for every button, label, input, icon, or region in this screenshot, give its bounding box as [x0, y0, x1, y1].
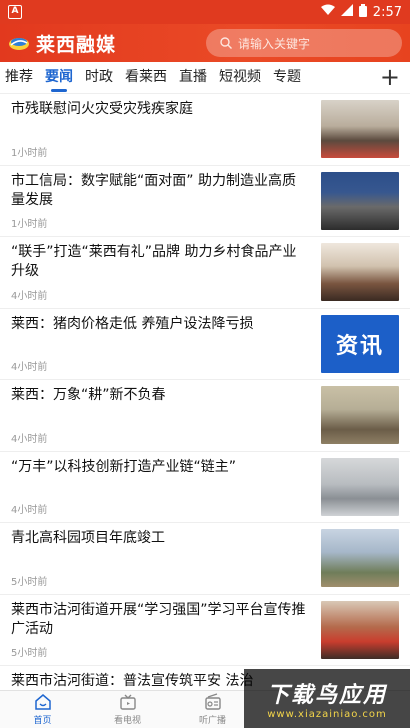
news-title: “万丰”以科技创新打造产业链“链主”	[11, 458, 237, 475]
signal-icon	[340, 4, 353, 20]
radio-icon	[204, 693, 221, 710]
news-item[interactable]: 莱西：万象“耕”新不负春 4小时前	[0, 380, 410, 452]
news-thumbnail: 资讯	[321, 314, 399, 373]
nav-tv-label: 看电视	[113, 716, 141, 726]
category-tabs: 推荐 要闻 时政 看莱西 直播 短视频 专题 +	[0, 62, 410, 94]
clock: 2:57	[372, 4, 402, 20]
news-item[interactable]: 莱西市沽河街道开展“学习强国”学习平台宣传推广活动 5小时前	[0, 595, 410, 666]
watermark-url: www.xiazainiao.com	[267, 709, 387, 720]
news-time: 4小时前	[11, 505, 48, 516]
status-bar: A 2:57	[0, 0, 410, 24]
news-title: 青北高科园项目年底竣工	[11, 530, 165, 546]
nav-radio[interactable]: 听广播	[170, 691, 255, 728]
search-box[interactable]: 请输入关键字	[206, 29, 402, 57]
app-header: 莱西融媒 请输入关键字	[0, 24, 410, 62]
news-item[interactable]: “万丰”以科技创新打造产业链“链主” 4小时前	[0, 452, 410, 523]
news-item[interactable]: 莱西：猪肉价格走低 养殖户设法降亏损 4小时前 资讯	[0, 309, 410, 380]
news-title: 市工信局：数字赋能“面对面” 助力制造业高质量发展	[11, 172, 296, 208]
tab-laixi[interactable]: 看莱西	[125, 62, 167, 94]
news-time: 4小时前	[11, 433, 48, 445]
news-time: 1小时前	[11, 219, 48, 230]
news-title: 市残联慰问火灾受灾残疾家庭	[11, 101, 193, 117]
news-list: 市残联慰问火灾受灾残疾家庭 1小时前 市工信局：数字赋能“面对面” 助力制造业高…	[0, 94, 410, 690]
wifi-icon	[320, 4, 335, 20]
watermark-title: 下载鸟应用	[266, 683, 387, 708]
news-title: 莱西：猪肉价格走低 养殖户设法降亏损	[11, 315, 254, 332]
news-time: 4小时前	[11, 362, 48, 373]
tab-topics[interactable]: 专题	[273, 62, 301, 94]
news-title: 莱西市沽河街道开展“学习强国”学习平台宣传推广活动	[11, 601, 306, 637]
news-item[interactable]: “联手”打造“莱西有礼”品牌 助力乡村食品产业升级 4小时前	[0, 237, 410, 309]
news-time: 4小时前	[11, 290, 48, 302]
tv-icon	[119, 694, 136, 710]
search-icon	[220, 37, 232, 49]
news-time: 5小时前	[11, 576, 48, 588]
news-thumbnail	[321, 100, 399, 158]
tab-headlines[interactable]: 要闻	[45, 62, 73, 94]
news-thumbnail	[321, 243, 399, 301]
news-item[interactable]: 市工信局：数字赋能“面对面” 助力制造业高质量发展 1小时前	[0, 166, 410, 237]
news-thumbnail	[321, 529, 399, 587]
app-logo: 莱西融媒	[8, 30, 116, 57]
watermark: 下载鸟应用 www.xiazainiao.com	[244, 669, 410, 728]
news-time: 1小时前	[11, 147, 48, 159]
battery-icon	[358, 3, 367, 21]
notification-badge: A	[8, 5, 22, 19]
search-placeholder: 请输入关键字	[238, 36, 311, 51]
logo-icon	[9, 38, 29, 50]
nav-radio-label: 听广播	[198, 716, 226, 726]
nav-home[interactable]: 首页	[0, 691, 85, 728]
tab-short-video[interactable]: 短视频	[219, 62, 261, 94]
news-item[interactable]: 市残联慰问火灾受灾残疾家庭 1小时前	[0, 94, 410, 166]
nav-home-label: 首页	[33, 716, 52, 726]
news-title: “联手”打造“莱西有礼”品牌 助力乡村食品产业升级	[11, 244, 297, 279]
tab-recommend[interactable]: 推荐	[5, 62, 33, 94]
news-title: 莱西：万象“耕”新不负春	[11, 387, 166, 403]
app-name: 莱西融媒	[36, 33, 117, 56]
nav-tv[interactable]: 看电视	[85, 691, 170, 728]
news-thumbnail	[321, 457, 399, 516]
home-icon	[34, 694, 51, 710]
news-thumbnail	[321, 171, 399, 230]
news-thumbnail	[321, 600, 399, 659]
tab-live[interactable]: 直播	[179, 62, 207, 94]
news-time: 5小时前	[11, 648, 48, 659]
news-thumbnail	[321, 386, 399, 444]
add-channel-button[interactable]: +	[380, 64, 400, 90]
tab-politics[interactable]: 时政	[85, 62, 113, 94]
news-item[interactable]: 青北高科园项目年底竣工 5小时前	[0, 523, 410, 595]
